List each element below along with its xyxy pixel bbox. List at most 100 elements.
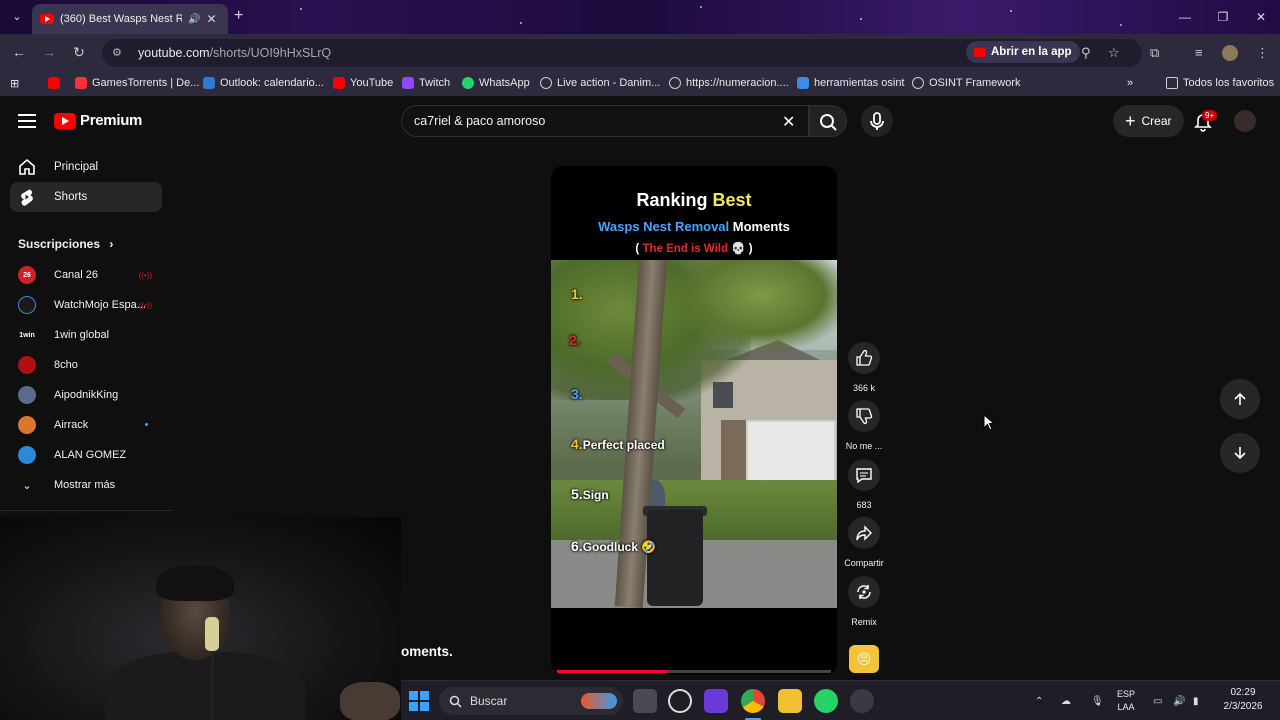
bookmark-item[interactable]: herramientas osint [797, 77, 905, 89]
rank-number: 4. [571, 436, 583, 452]
remix-button[interactable]: Remix [843, 576, 885, 627]
comment-icon [856, 468, 872, 484]
onedrive-icon[interactable]: ☁ [1061, 681, 1071, 720]
window-controls: — ❐ ✕ [1166, 0, 1280, 34]
mouse-cursor-icon [983, 414, 995, 431]
apps-grid-icon[interactable]: ⊞ [10, 77, 19, 90]
windows-start-icon[interactable] [409, 691, 429, 711]
whatsapp-icon [462, 77, 474, 89]
tray-overflow-icon[interactable]: ⌃ [1035, 681, 1043, 720]
search-input[interactable]: ca7riel & paco amoroso [401, 105, 809, 137]
more-bookmarks-icon[interactable]: » [1127, 77, 1133, 89]
task-view-icon[interactable] [633, 689, 657, 713]
next-short-button[interactable] [1220, 433, 1260, 473]
subscription-item[interactable]: 8cho [18, 350, 168, 380]
forward-arrow-icon[interactable]: → [40, 44, 58, 60]
subscription-item[interactable]: ALAN GOMEZ [18, 440, 168, 470]
voice-search-button[interactable] [861, 105, 893, 137]
reload-icon[interactable]: ↻ [70, 44, 88, 61]
browser-tab-active[interactable]: (360) Best Wasps Nest Rem 🔊 ✕ [32, 4, 228, 34]
subscription-item[interactable]: AipodnikKing [18, 380, 168, 410]
thumbs-down-icon [856, 408, 873, 425]
open-in-app-button[interactable]: Abrir en la app [966, 41, 1080, 63]
remix-label: Remix [851, 617, 877, 627]
menu-icon[interactable] [18, 114, 36, 132]
url-text: youtube.com/shorts/UOI9hHxSLrQ [138, 46, 331, 60]
tab-close-icon[interactable]: ✕ [206, 12, 216, 26]
subscription-item[interactable]: 26 Canal 26 ((•)) [18, 260, 168, 290]
share-button[interactable]: Compartir [843, 517, 885, 568]
close-window-icon[interactable]: ✕ [1242, 0, 1280, 34]
bookmark-item[interactable]: GamesTorrents | De... [75, 77, 199, 89]
bookmark-item[interactable]: https://numeracion.... [669, 77, 789, 89]
search-icon [449, 695, 462, 708]
globe-icon [540, 77, 552, 89]
previous-short-button[interactable] [1220, 379, 1260, 419]
tab-audio-icon[interactable]: 🔊 [188, 14, 200, 25]
show-more-button[interactable]: ⌄ Mostrar más [18, 470, 168, 500]
new-tab-button[interactable]: + [234, 8, 243, 24]
shorts-video-player[interactable]: Ranking Best Wasps Nest Removal Moments … [551, 166, 837, 675]
bookmark-item[interactable]: Twitch [402, 77, 450, 89]
system-clock[interactable]: 02:29 2/3/2026 [1213, 686, 1273, 714]
browser-menu-icon[interactable]: ⋮ [1256, 45, 1269, 61]
youtube-premium-logo[interactable]: Premium [54, 112, 142, 129]
volume-icon[interactable]: 🔊 [1173, 681, 1185, 720]
browser-toolbar: ← → ↻ ⚙ youtube.com/shorts/UOI9hHxSLrQ A… [0, 34, 1280, 72]
chatgpt-icon[interactable] [668, 689, 692, 713]
account-avatar[interactable] [1234, 110, 1256, 132]
input-language[interactable]: ESP LAA [1117, 688, 1135, 714]
bookmark-item[interactable]: OSINT Framework [912, 77, 1020, 89]
clear-search-icon[interactable]: ✕ [782, 112, 795, 132]
sidebar-divider [0, 510, 172, 511]
whatsapp-icon[interactable] [814, 689, 838, 713]
bookmark-youtube-short[interactable] [48, 77, 60, 89]
subscription-item[interactable]: Airrack [18, 410, 168, 440]
subscription-item[interactable]: 1win 1win global [18, 320, 168, 350]
bookmark-item[interactable]: Live action - Danim... [540, 77, 660, 89]
search-button[interactable] [809, 105, 847, 137]
battery-icon[interactable]: ▮ [1193, 681, 1199, 720]
channel-avatar [18, 446, 36, 464]
restore-icon[interactable]: ❐ [1204, 0, 1242, 34]
clipchamp-icon[interactable] [704, 689, 728, 713]
globe-icon [669, 77, 681, 89]
extensions-icon[interactable]: ⧉ [1150, 45, 1159, 61]
all-bookmarks-folder[interactable]: Todos los favoritos [1166, 77, 1274, 89]
subscriptions-header[interactable]: Suscripciones › [18, 237, 113, 251]
sound-thumbnail-icon[interactable]: 😠 [849, 645, 879, 673]
profile-avatar-icon[interactable] [1222, 45, 1238, 61]
chrome-icon[interactable] [741, 689, 765, 713]
media-controls-icon[interactable]: ≡ [1195, 45, 1203, 60]
rank-label: 4.Perfect placed [571, 436, 665, 452]
back-arrow-icon[interactable]: ← [10, 44, 28, 60]
bookmark-item[interactable]: Outlook: calendario... [203, 77, 324, 89]
settings-gear-icon[interactable] [850, 689, 874, 713]
tray-microphone-icon[interactable]: 🎙 [1091, 681, 1104, 720]
rank-text: Perfect placed [582, 438, 665, 452]
bookmark-label: GamesTorrents | De... [92, 77, 200, 89]
site-info-icon[interactable]: ⚙ [112, 46, 126, 60]
url-host: youtube.com [138, 46, 210, 60]
network-icon[interactable]: ▭ [1153, 681, 1162, 720]
zoom-icon[interactable]: ⚲ [1081, 45, 1091, 61]
sidebar-item-shorts[interactable]: Shorts [10, 182, 162, 212]
tab-search-menu-icon[interactable]: ⌄ [8, 8, 26, 26]
file-explorer-icon[interactable] [778, 689, 802, 713]
channel-avatar [18, 356, 36, 374]
bookmark-item[interactable]: WhatsApp [462, 77, 530, 89]
bookmark-item[interactable]: YouTube [333, 77, 393, 89]
subscription-item[interactable]: WatchMojo Espa... ((•)) [18, 290, 168, 320]
taskbar-widget-icon[interactable] [581, 693, 617, 709]
dislike-button[interactable]: No me ... [843, 400, 885, 451]
create-button[interactable]: + Crear [1113, 105, 1184, 137]
shorts-icon [21, 189, 33, 206]
like-button[interactable]: 366 k [843, 342, 885, 393]
youtube-favicon-icon [40, 14, 54, 24]
comments-button[interactable]: 683 [843, 459, 885, 510]
minimize-icon[interactable]: — [1166, 0, 1204, 34]
sidebar-item-principal[interactable]: Principal [10, 152, 162, 182]
youtube-logo-icon [54, 112, 76, 129]
channel-name: ALAN GOMEZ [54, 449, 127, 461]
bookmark-star-icon[interactable]: ☆ [1108, 45, 1120, 61]
